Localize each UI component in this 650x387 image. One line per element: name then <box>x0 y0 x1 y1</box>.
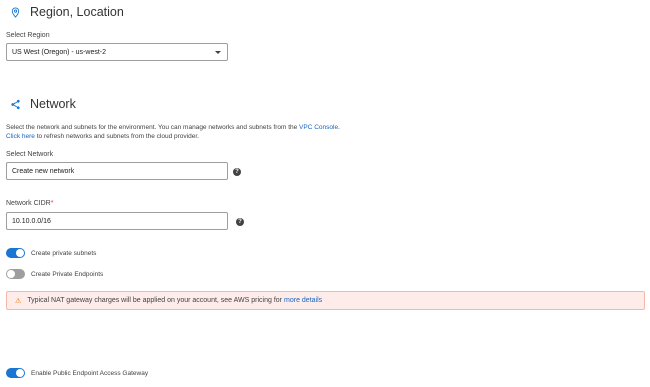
more-details-link[interactable]: more details <box>284 297 322 304</box>
select-network-label: Select Network <box>6 151 54 158</box>
private-endpoints-toggle[interactable] <box>6 269 25 279</box>
chevron-down-icon <box>215 51 221 54</box>
toggle-knob <box>7 270 15 278</box>
help-circle-icon[interactable]: ? <box>236 218 244 226</box>
private-endpoints-label: Create Private Endpoints <box>31 270 104 278</box>
network-cidr-label: Network CIDR* <box>6 200 53 207</box>
public-endpoint-gateway-label: Enable Public Endpoint Access Gateway <box>31 369 149 377</box>
vpc-console-link[interactable]: VPC Console <box>299 124 338 131</box>
description-refresh-text: to refresh networks and subnets from the… <box>34 133 199 140</box>
public-endpoint-gateway-toggle[interactable] <box>6 368 25 378</box>
network-cidr-label-text: Network CIDR <box>6 200 51 207</box>
location-pin-icon <box>8 5 22 19</box>
network-description: Select the network and subnets for the e… <box>6 123 606 141</box>
warning-text: Typical NAT gateway charges will be appl… <box>27 297 283 304</box>
region-section-header: Region, Location <box>8 5 124 19</box>
toggle-knob <box>16 249 24 257</box>
select-network-field[interactable]: Create new network <box>6 162 228 180</box>
region-select[interactable]: US West (Oregon) - us-west-2 <box>6 43 228 61</box>
toggle-row-private-endpoints[interactable]: Create Private Endpoints <box>6 269 103 279</box>
region-title: Region, Location <box>30 5 124 19</box>
select-network-value: Create new network <box>12 167 75 175</box>
network-section-header: Network <box>8 97 76 111</box>
select-region-label: Select Region <box>6 32 50 39</box>
share-network-icon <box>8 97 22 111</box>
toggle-knob <box>16 369 24 377</box>
region-select-value: US West (Oregon) - us-west-2 <box>12 48 107 56</box>
network-cidr-field[interactable]: 10.10.0.0/16 <box>6 212 228 230</box>
toggle-row-public-endpoint-gateway[interactable]: Enable Public Endpoint Access Gateway <box>6 368 148 378</box>
private-subnets-toggle[interactable] <box>6 248 25 258</box>
help-circle-icon[interactable]: ? <box>233 168 241 176</box>
click-here-link[interactable]: Click here <box>6 133 35 140</box>
warning-triangle-icon: ⚠ <box>15 297 22 305</box>
toggle-row-private-subnets[interactable]: Create private subnets <box>6 248 96 258</box>
private-subnets-label: Create private subnets <box>31 249 97 257</box>
description-text-end: . <box>338 124 340 131</box>
network-cidr-value: 10.10.0.0/16 <box>12 217 51 225</box>
required-marker: * <box>50 200 54 207</box>
network-title: Network <box>30 97 76 111</box>
nat-gateway-warning: ⚠ Typical NAT gateway charges will be ap… <box>6 291 645 310</box>
description-text: Select the network and subnets for the e… <box>6 124 300 131</box>
